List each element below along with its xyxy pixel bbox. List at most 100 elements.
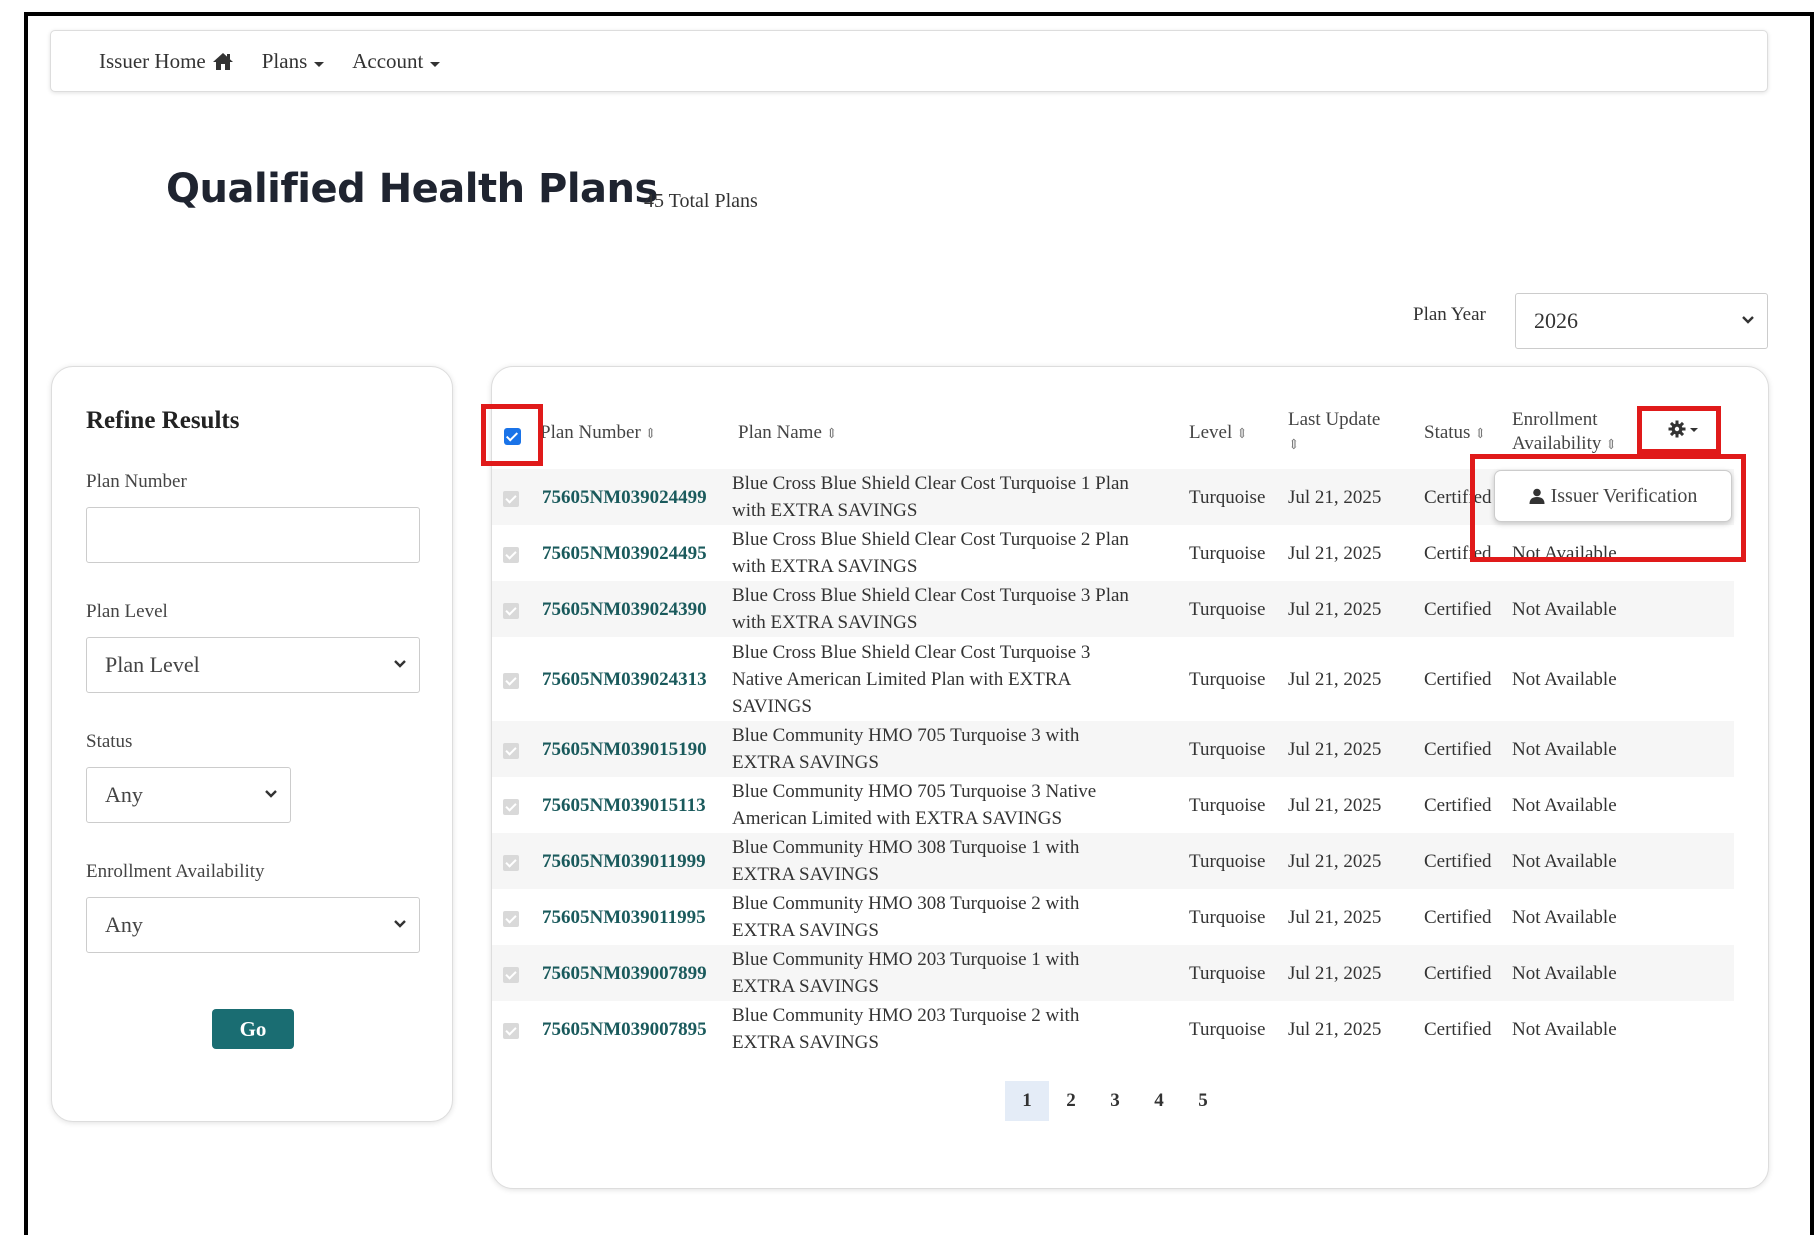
page-title: Qualified Health Plans	[166, 166, 658, 212]
plan-name-line: with EXTRA SAVINGS	[732, 556, 918, 577]
enrollment-availability: Not Available	[1512, 795, 1617, 816]
plan-year-label: Plan Year	[1413, 304, 1486, 325]
plan-number-link[interactable]: 75605NM039007895	[542, 1016, 707, 1043]
column-header-last-update[interactable]: Last Update ⇕	[1288, 408, 1400, 458]
column-header-plan-number-label: Plan Number	[540, 422, 641, 443]
table-row[interactable]: 75605NM039011995 Blue Community HMO 308 T…	[492, 889, 1734, 945]
page-link-3[interactable]: 3	[1093, 1081, 1137, 1121]
row-checkbox[interactable]	[503, 743, 519, 759]
plan-name: Blue Community HMO 308 Turquoise 2 with E…	[732, 890, 1172, 944]
row-checkbox[interactable]	[503, 911, 519, 927]
enrollment-availability: Not Available	[1512, 739, 1617, 760]
caret-down-icon	[430, 61, 441, 67]
table-row[interactable]: 75605NM039015113 Blue Community HMO 705 T…	[492, 777, 1734, 833]
highlight-issuer-verification	[1470, 454, 1746, 562]
nav-issuer-home-label: Issuer Home	[99, 48, 206, 73]
top-nav: Issuer Home Plans Account	[50, 30, 1768, 92]
nav-issuer-home[interactable]: Issuer Home	[99, 49, 234, 74]
plan-level: Turquoise	[1189, 669, 1266, 690]
enrollment-availability-select[interactable]: Any	[86, 897, 420, 953]
plan-number-label: Plan Number	[86, 471, 187, 492]
table-row[interactable]: 75605NM039015190 Blue Community HMO 705 T…	[492, 721, 1734, 777]
plan-name-line: EXTRA SAVINGS	[732, 920, 879, 941]
plan-number-link[interactable]: 75605NM039015113	[542, 792, 706, 819]
row-checkbox[interactable]	[503, 491, 519, 507]
column-header-level[interactable]: Level ⇕	[1189, 421, 1248, 447]
row-checkbox[interactable]	[503, 855, 519, 871]
plan-level: Turquoise	[1189, 487, 1266, 508]
column-header-plan-name-label: Plan Name	[738, 422, 822, 443]
column-header-plan-name[interactable]: Plan Name ⇕	[738, 421, 838, 447]
plan-number-link[interactable]: 75605NM039007899	[542, 960, 707, 987]
last-update: Jul 21, 2025	[1288, 907, 1382, 928]
plan-status: Certified	[1424, 795, 1492, 816]
plan-level: Turquoise	[1189, 795, 1266, 816]
row-checkbox[interactable]	[503, 603, 519, 619]
status-select[interactable]: Any	[86, 767, 291, 823]
nav-account-label: Account	[352, 48, 424, 73]
plan-number-link[interactable]: 75605NM039024499	[542, 484, 707, 511]
row-checkbox[interactable]	[503, 967, 519, 983]
last-update: Jul 21, 2025	[1288, 795, 1382, 816]
go-button[interactable]: Go	[212, 1009, 294, 1049]
plan-number-link[interactable]: 75605NM039011995	[542, 904, 706, 931]
plan-name-line: Blue Community HMO 308 Turquoise 2 with	[732, 893, 1080, 914]
plan-year-select[interactable]: 2026	[1515, 293, 1768, 349]
row-checkbox[interactable]	[503, 1023, 519, 1039]
nav-plans-label: Plans	[261, 48, 308, 73]
plan-name: Blue Community HMO 705 Turquoise 3 with E…	[732, 722, 1172, 776]
pagination: 12345	[1005, 1081, 1225, 1121]
plan-name-line: American Limited with EXTRA SAVINGS	[732, 808, 1063, 829]
plan-number-link[interactable]: 75605NM039024390	[542, 596, 707, 623]
column-header-status[interactable]: Status ⇕	[1424, 421, 1486, 447]
row-checkbox[interactable]	[503, 547, 519, 563]
chevron-down-icon	[265, 790, 277, 798]
page-link-2[interactable]: 2	[1049, 1081, 1093, 1121]
page-link-5[interactable]: 5	[1181, 1081, 1225, 1121]
plan-name-line: Native American Limited Plan with EXTRA	[732, 668, 1072, 690]
plan-level: Turquoise	[1189, 739, 1266, 760]
plan-name-line: Blue Community HMO 705 Turquoise 3 Nativ…	[732, 781, 1097, 802]
row-checkbox[interactable]	[503, 673, 519, 689]
plan-name-line: SAVINGS	[732, 695, 812, 717]
plan-number-input[interactable]	[86, 507, 420, 563]
nav-account-dropdown[interactable]: Account	[352, 48, 441, 74]
column-header-enrollment-availability[interactable]: Enrollment Availability ⇕	[1512, 408, 1634, 458]
enrollment-availability: Not Available	[1512, 963, 1617, 984]
table-row[interactable]: 75605NM039024390 Blue Cross Blue Shield C…	[492, 581, 1734, 637]
plan-name-line: EXTRA SAVINGS	[732, 976, 879, 997]
nav-plans-dropdown[interactable]: Plans	[262, 49, 325, 74]
plan-name-line: EXTRA SAVINGS	[732, 1032, 879, 1053]
sort-icon: ⇕	[644, 427, 657, 442]
column-header-plan-number[interactable]: Plan Number ⇕	[540, 421, 657, 447]
caret-down-icon	[314, 61, 325, 67]
page-link-4[interactable]: 4	[1137, 1081, 1181, 1121]
sort-icon: ⇕	[1288, 438, 1300, 453]
column-header-enrollment-label: Enrollment Availability	[1512, 409, 1602, 454]
plan-number-link[interactable]: 75605NM039011999	[542, 848, 706, 875]
chevron-down-icon	[394, 660, 406, 668]
table-row[interactable]: 75605NM039024313 Blue Cross Blue Shield C…	[492, 637, 1734, 721]
enrollment-availability-value: Any	[105, 912, 143, 937]
plan-name-line: Blue Cross Blue Shield Clear Cost Turquo…	[732, 529, 1129, 550]
plan-number-link[interactable]: 75605NM039015190	[542, 736, 707, 763]
table-row[interactable]: 75605NM039007895 Blue Community HMO 203 T…	[492, 1001, 1734, 1057]
plan-name-line: Blue Cross Blue Shield Clear Cost Turquo…	[732, 473, 1129, 494]
table-row[interactable]: 75605NM039007899 Blue Community HMO 203 T…	[492, 945, 1734, 1001]
plan-name-line: EXTRA SAVINGS	[732, 752, 879, 773]
row-checkbox[interactable]	[503, 799, 519, 815]
plan-name-line: Blue Community HMO 705 Turquoise 3 with	[732, 725, 1080, 746]
enrollment-availability: Not Available	[1512, 599, 1617, 620]
plan-level-select[interactable]: Plan Level	[86, 637, 420, 693]
last-update: Jul 21, 2025	[1288, 599, 1382, 620]
table-row[interactable]: 75605NM039011999 Blue Community HMO 308 T…	[492, 833, 1734, 889]
column-header-last-update-label: Last Update	[1288, 409, 1381, 430]
plan-number-link[interactable]: 75605NM039024313	[542, 666, 707, 693]
last-update: Jul 21, 2025	[1288, 739, 1382, 760]
page-link-1[interactable]: 1	[1005, 1081, 1049, 1121]
last-update: Jul 21, 2025	[1288, 963, 1382, 984]
plan-name: Blue Cross Blue Shield Clear Cost Turquo…	[732, 470, 1172, 524]
plan-number-link[interactable]: 75605NM039024495	[542, 540, 707, 567]
chevron-down-icon	[394, 920, 406, 928]
plan-status: Certified	[1424, 739, 1492, 760]
